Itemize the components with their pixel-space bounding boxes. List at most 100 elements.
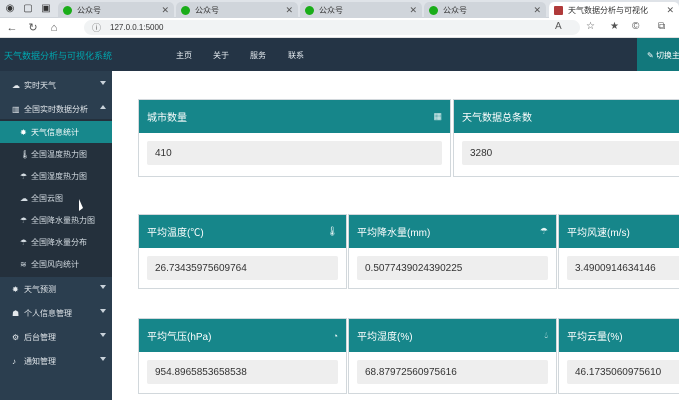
drop-icon: 💧︎ [544, 330, 548, 340]
sidebar-item-profile[interactable]: ☗ 个人信息管理 [0, 301, 112, 325]
browser-tab[interactable]: 公众号 ✕ [58, 2, 174, 18]
value-field: 410 [147, 141, 442, 165]
wechat-icon [305, 5, 314, 15]
cloud-icon: ☁ [12, 80, 20, 90]
card-avg-precipitation: 平均降水量(mm) ☂ 0.5077439024390225 [348, 214, 557, 289]
home-icon[interactable]: ⌂ [45, 22, 63, 34]
card-avg-cloud-cover: 平均云量(%) 46.1735060975610 [558, 318, 679, 394]
rain-icon: ☂ [20, 237, 28, 247]
caret-down-icon [100, 309, 106, 313]
value-field: 954.8965853658538 [147, 360, 338, 384]
nav-home[interactable]: 主页 [176, 50, 192, 61]
close-icon[interactable]: ✕ [533, 5, 541, 16]
gears-icon: ⚙ [12, 332, 20, 342]
favorite-icon[interactable]: ☆ [586, 21, 595, 32]
address-bar[interactable]: ⓘ 127.0.0.1:5000 [84, 20, 580, 35]
sidebar-item-admin[interactable]: ⚙ 后台管理 [0, 325, 112, 349]
vertical-tabs-icon[interactable]: ▣ [39, 2, 53, 16]
browser-toolbar: ← ↻ ⌂ ⓘ 127.0.0.1:5000 A ☆ ★ © ⧉ [0, 18, 679, 38]
card-header: 平均气压(hPa) ◔ [139, 319, 346, 352]
close-icon[interactable]: ✕ [161, 5, 169, 16]
sidebar-item-national-analysis[interactable]: ▥ 全国实时数据分析 [0, 97, 112, 121]
refresh-icon[interactable]: ↻ [24, 21, 42, 34]
building-icon: ▦ [433, 111, 442, 121]
card-avg-humidity: 平均湿度(%) 💧︎ 68.87972560975616 [348, 318, 557, 394]
nav-services[interactable]: 服务 [250, 50, 266, 61]
card-city-count: 城市数量 ▦ 410 [138, 99, 451, 177]
wechat-icon [429, 5, 438, 15]
card-header: 平均云量(%) [559, 319, 679, 352]
value-field: 68.87972560975616 [357, 360, 548, 384]
card-header: 平均湿度(%) 💧︎ [349, 319, 556, 352]
read-aloud-icon[interactable]: A [555, 21, 562, 32]
sun-icon: ✸ [20, 127, 27, 137]
card-header: 平均温度(℃) 🌡︎ [139, 215, 346, 248]
browser-tab[interactable]: 公众号 ✕ [176, 2, 298, 18]
sidebar-item-weather-stats[interactable]: ✸ 天气信息统计 [0, 121, 112, 143]
extensions-icon[interactable]: ⧉ [658, 21, 665, 32]
sidebar-item-temperature-heatmap[interactable]: 🌡︎ 全国温度热力图 [0, 143, 112, 165]
app-header: 天气数据分析与可视化系统 主页 关于 服务 联系 ✎ 切换主 [0, 38, 679, 71]
value-field: 46.1735060975610 [567, 360, 679, 384]
sidebar: ☁ 实时天气 ▥ 全国实时数据分析 ✸ 天气信息统计 🌡︎ 全国温度热力图 ☂ … [0, 71, 112, 400]
sidebar-item-precip-heatmap[interactable]: ☂ 全国降水量热力图 [0, 209, 112, 231]
card-header: 城市数量 ▦ [139, 100, 450, 133]
sidebar-item-precip-distribution[interactable]: ☂ 全国降水量分布 [0, 231, 112, 253]
caret-up-icon [100, 105, 106, 109]
sidebar-item-cloud-map[interactable]: ☁ 全国云图 [0, 187, 112, 209]
collections-icon[interactable]: © [632, 21, 639, 32]
nav-about[interactable]: 关于 [213, 50, 229, 61]
close-icon[interactable]: ✕ [409, 5, 417, 16]
sidebar-item-humidity-heatmap[interactable]: ☂ 全国湿度热力图 [0, 165, 112, 187]
rain-icon: ☂ [20, 171, 28, 181]
mouse-cursor [79, 199, 83, 211]
url-text: 127.0.0.1:5000 [110, 23, 164, 32]
card-avg-wind-speed: 平均风速(m/s) 3.4900914634146 [558, 214, 679, 289]
value-field: 3.4900914634146 [567, 256, 679, 280]
main-content: 城市数量 ▦ 410 天气数据总条数 3280 平均温度(℃) 🌡︎ 26.73… [112, 71, 679, 400]
card-avg-temperature: 平均温度(℃) 🌡︎ 26.73435975609764 [138, 214, 347, 289]
browser-tab[interactable]: 公众号 ✕ [424, 2, 546, 18]
caret-down-icon [100, 357, 106, 361]
sidebar-item-notifications[interactable]: ♪ 通知管理 [0, 349, 112, 373]
sidebar-item-realtime-weather[interactable]: ☁ 实时天气 [0, 73, 112, 97]
browser-tab-strip: ◉ ▢ ▣ 公众号 ✕ 公众号 ✕ 公众号 ✕ 公众号 ✕ 天气数据分析与可视化… [0, 0, 679, 18]
close-icon[interactable]: ✕ [285, 5, 293, 16]
wechat-icon [181, 5, 190, 15]
rain-icon: ☂ [539, 226, 548, 236]
back-icon[interactable]: ← [3, 22, 21, 34]
pencil-icon: ✎ [647, 51, 654, 60]
profile-icon[interactable]: ◉ [3, 2, 17, 16]
value-field: 3280 [462, 141, 679, 165]
browser-tab[interactable]: 公众号 ✕ [300, 2, 422, 18]
chart-icon: ▥ [12, 104, 20, 114]
wind-icon: ≋ [20, 259, 27, 269]
browser-tab-active[interactable]: 天气数据分析与可视化 ✕ [549, 2, 679, 18]
cloud-icon: ☁ [20, 193, 28, 203]
nav-contact[interactable]: 联系 [288, 50, 304, 61]
value-field: 0.5077439024390225 [357, 256, 548, 280]
tab-actions-icon[interactable]: ▢ [21, 2, 35, 16]
card-header: 天气数据总条数 [454, 100, 679, 133]
card-total-records: 天气数据总条数 3280 [453, 99, 679, 177]
sun-icon: ✸ [12, 284, 19, 294]
site-info-icon[interactable]: ⓘ [92, 21, 101, 34]
caret-down-icon [100, 333, 106, 337]
value-field: 26.73435975609764 [147, 256, 338, 280]
card-header: 平均降水量(mm) ☂ [349, 215, 556, 248]
card-header: 平均风速(m/s) [559, 215, 679, 248]
caret-down-icon [100, 285, 106, 289]
thermometer-icon: 🌡︎ [20, 149, 31, 159]
user-icon: ☗ [12, 308, 20, 318]
wechat-icon [63, 5, 72, 15]
switch-button[interactable]: ✎ 切换主 [637, 38, 679, 71]
sidebar-submenu: ✸ 天气信息统计 🌡︎ 全国温度热力图 ☂ 全国湿度热力图 ☁ 全国云图 ☂ 全… [0, 119, 112, 277]
favorites-icon[interactable]: ★ [610, 21, 619, 32]
sidebar-item-forecast[interactable]: ✸ 天气预测 [0, 277, 112, 301]
close-icon[interactable]: ✕ [666, 5, 674, 16]
bell-icon: ♪ [12, 356, 16, 366]
app-brand[interactable]: 天气数据分析与可视化系统 [4, 49, 112, 62]
gauge-icon: ◔ [332, 330, 338, 341]
sidebar-item-wind-stats[interactable]: ≋ 全国风向统计 [0, 253, 112, 275]
card-avg-pressure: 平均气压(hPa) ◔ 954.8965853658538 [138, 318, 347, 394]
